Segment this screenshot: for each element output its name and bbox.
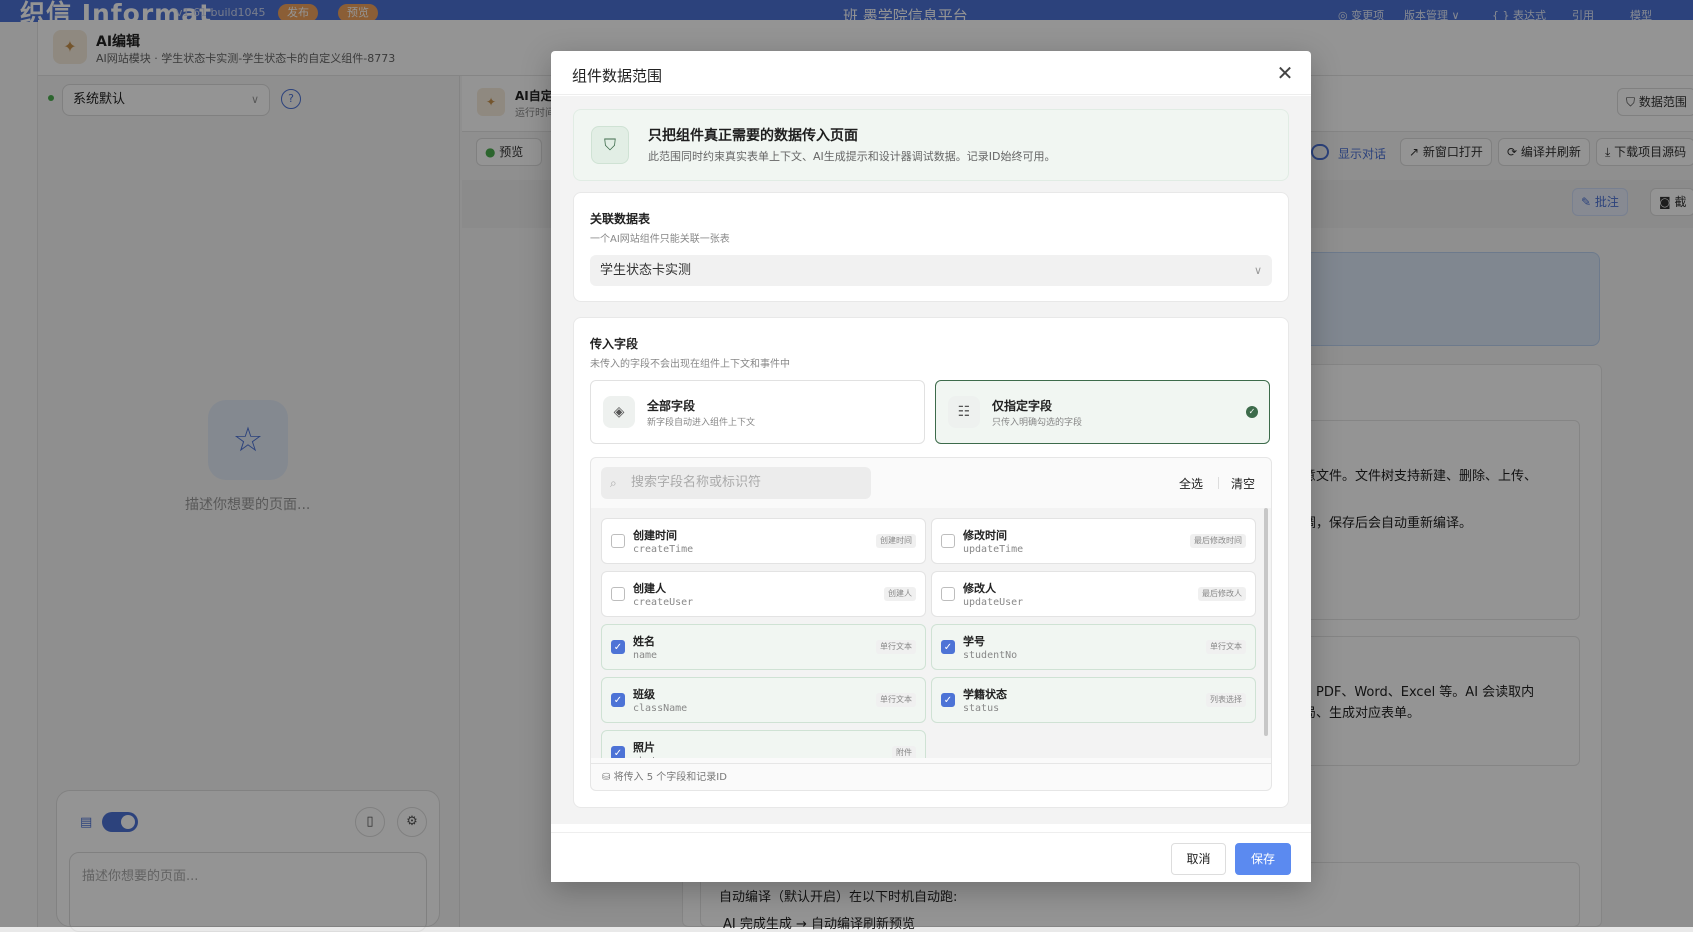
field-name: 创建时间 [633,529,677,542]
table-section: 关联数据表 一个AI网站组件只能关联一张表 学生状态卡实测 ∨ [573,192,1289,302]
field-type-tag: 列表选择 [1206,693,1246,707]
info-desc: 此范围同时约束真实表单上下文、AI生成提示和设计器调试数据。记录ID始终可用。 [648,150,1056,163]
field-name: 创建人 [633,582,666,595]
field-name: 学号 [963,635,985,648]
field-card-name[interactable]: ✓ 姓名 name 单行文本 [601,624,926,670]
field-name: 姓名 [633,635,655,648]
data-scope-modal: 组件数据范围 ✕ ⛉ 只把组件真正需要的数据传入页面 此范围同时约束真实表单上下… [551,51,1311,882]
modal-title: 组件数据范围 [572,67,663,85]
check-circle-icon: ✓ [1246,406,1258,418]
field-name: 修改人 [963,582,996,595]
modal-body: ⛉ 只把组件真正需要的数据传入页面 此范围同时约束真实表单上下文、AI生成提示和… [551,96,1311,824]
option-desc: 只传入明确勾选的字段 [992,418,1083,428]
field-grid: 创建时间 createTime 创建时间 修改时间 updateTime 最后修… [591,508,1271,758]
modal-header: 组件数据范围 ✕ [551,51,1311,95]
option-specific-fields[interactable]: ☷ 仅指定字段 只传入明确勾选的字段 ✓ [935,380,1270,444]
divider [1218,477,1219,489]
search-icon: ⌕ [610,476,617,490]
field-code: createUser [633,597,694,608]
table-select[interactable]: 学生状态卡实测 ∨ [590,255,1272,286]
option-title: 仅指定字段 [992,399,1053,413]
field-code: studentNo [963,650,1018,661]
field-type-tag: 创建时间 [876,534,916,548]
option-desc: 新字段自动进入组件上下文 [647,418,756,428]
field-code: photo [633,756,663,758]
field-type-tag: 附件 [892,746,916,758]
shield-icon: ⛉ [591,126,629,164]
checkbox[interactable] [941,534,955,548]
info-card: ⛉ 只把组件真正需要的数据传入页面 此范围同时约束真实表单上下文、AI生成提示和… [573,109,1289,181]
table-select-value: 学生状态卡实测 [600,263,692,278]
cancel-button[interactable]: 取消 [1171,843,1226,875]
checkbox[interactable] [611,534,625,548]
field-code: className [633,703,688,714]
field-type-tag: 创建人 [884,587,916,601]
select-all-button[interactable]: 全选 [1179,475,1203,492]
field-code: status [963,703,1000,714]
checkbox-checked[interactable]: ✓ [941,693,955,707]
field-card-className[interactable]: ✓ 班级 className 单行文本 [601,677,926,723]
field-name: 班级 [633,688,655,701]
field-name: 学籍状态 [963,688,1007,701]
field-picker: ⌕ 搜索字段名称或标识符 全选 清空 创建时间 createTime 创建时间 [590,457,1272,791]
close-icon[interactable]: ✕ [1273,61,1297,85]
field-card-studentNo[interactable]: ✓ 学号 studentNo 单行文本 [931,624,1256,670]
checkbox-checked[interactable]: ✓ [611,693,625,707]
checkbox[interactable] [941,587,955,601]
checkbox[interactable] [611,587,625,601]
field-card-createTime[interactable]: 创建时间 createTime 创建时间 [601,518,926,564]
field-count: ⛁ 将传入 5 个字段和记录ID [591,763,1271,790]
checkbox-checked[interactable]: ✓ [611,640,625,654]
field-code: createTime [633,544,694,555]
field-type-tag: 单行文本 [1206,640,1246,654]
table-section-desc: 一个AI网站组件只能关联一张表 [590,234,730,245]
option-all-fields[interactable]: ◈ 全部字段 新字段自动进入组件上下文 [590,380,925,444]
scrollbar[interactable] [1264,508,1268,736]
field-card-createUser[interactable]: 创建人 createUser 创建人 [601,571,926,617]
field-name: 修改时间 [963,529,1007,542]
field-type-tag: 单行文本 [876,693,916,707]
field-card-photo[interactable]: ✓ 照片 photo 附件 [601,730,926,758]
field-type-tag: 最后修改人 [1198,587,1246,601]
field-code: updateUser [963,597,1024,608]
field-card-updateTime[interactable]: 修改时间 updateTime 最后修改时间 [931,518,1256,564]
field-code: name [633,650,658,661]
fields-section-title: 传入字段 [590,337,639,351]
field-card-updateUser[interactable]: 修改人 updateUser 最后修改人 [931,571,1256,617]
chevron-down-icon: ∨ [1253,264,1262,277]
field-card-status[interactable]: ✓ 学籍状态 status 列表选择 [931,677,1256,723]
option-title: 全部字段 [647,399,696,413]
field-type-tag: 单行文本 [876,640,916,654]
fields-section-desc: 未传入的字段不会出现在组件上下文和事件中 [590,359,790,370]
table-section-title: 关联数据表 [590,212,651,226]
clear-button[interactable]: 清空 [1231,475,1255,492]
fields-section: 传入字段 未传入的字段不会出现在组件上下文和事件中 ◈ 全部字段 新字段自动进入… [573,317,1289,808]
modal-footer: 取消 保存 [551,832,1311,882]
checkbox-checked[interactable]: ✓ [941,640,955,654]
layers-icon: ◈ [603,396,635,428]
field-code: updateTime [963,544,1024,555]
field-count-text: 将传入 5 个字段和记录ID [613,772,727,783]
field-search-input[interactable]: ⌕ 搜索字段名称或标识符 [601,467,871,499]
search-placeholder: 搜索字段名称或标识符 [631,475,762,490]
info-title: 只把组件真正需要的数据传入页面 [648,128,858,144]
checklist-icon: ☷ [948,396,980,428]
field-name: 照片 [633,741,655,754]
field-type-tag: 最后修改时间 [1190,534,1246,548]
checkbox-checked[interactable]: ✓ [611,746,625,758]
save-button[interactable]: 保存 [1235,843,1291,875]
database-icon: ⛁ [602,772,614,783]
